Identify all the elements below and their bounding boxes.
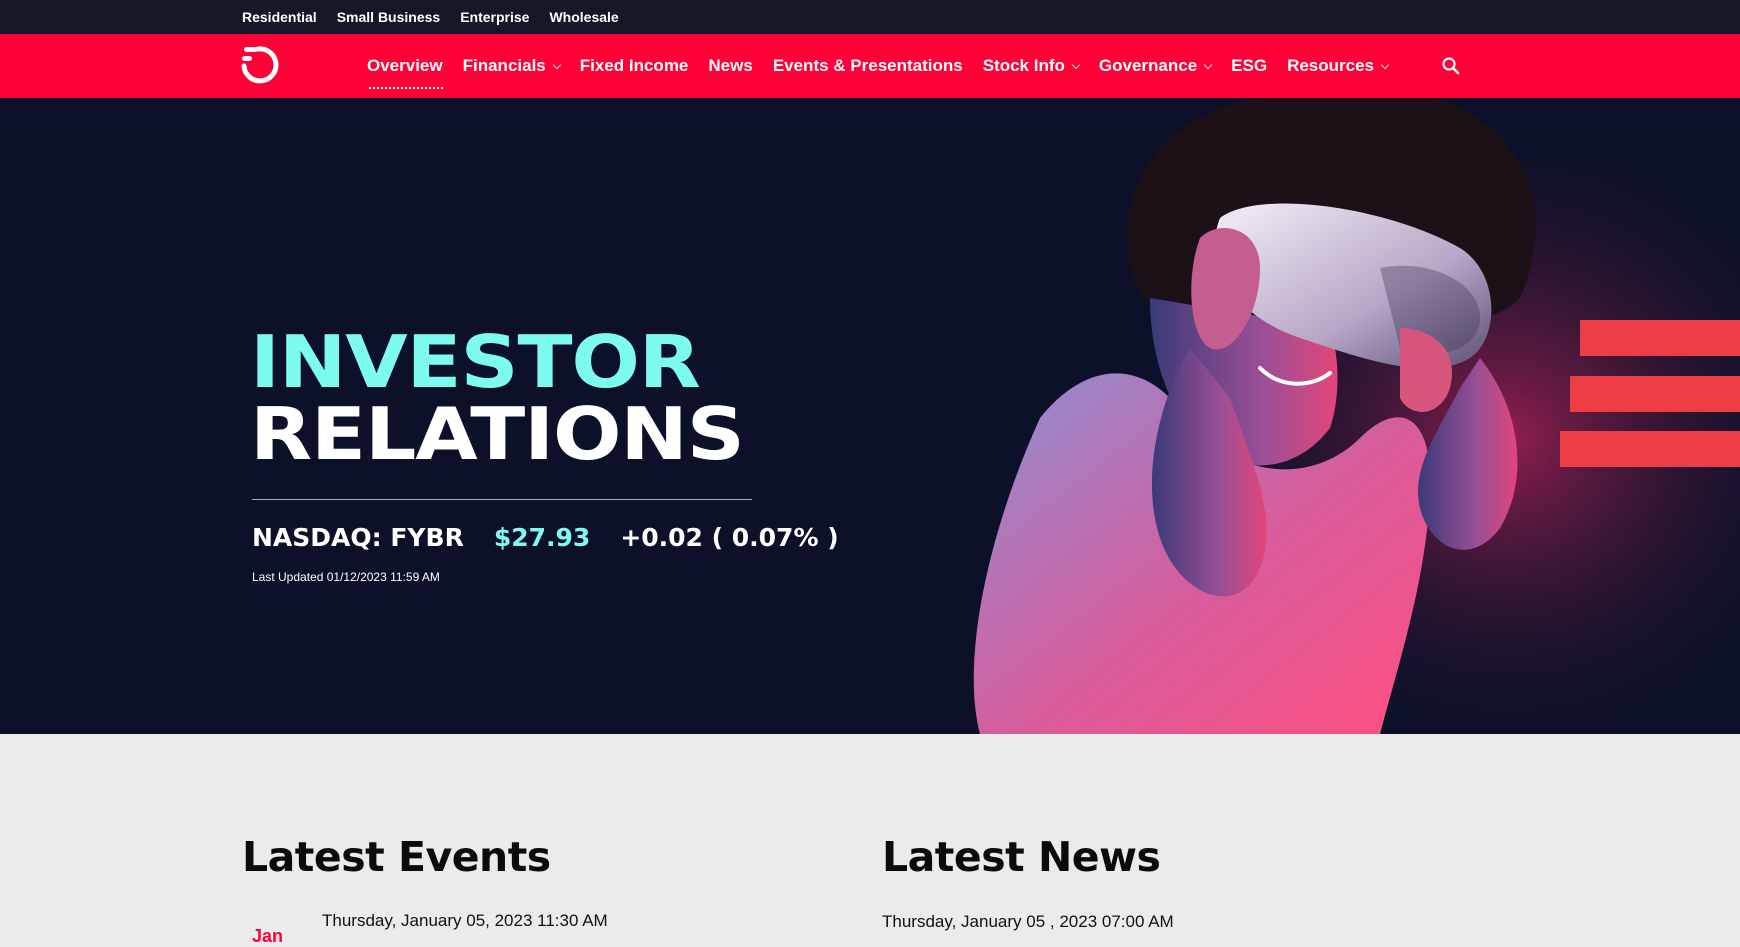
news-datetime: Thursday, January 05 , 2023 07:00 AM — [882, 912, 1174, 931]
nav-item-fixed-income[interactable]: Fixed Income — [580, 56, 689, 76]
segment-link-wholesale[interactable]: Wholesale — [549, 9, 618, 25]
stock-quote: NASDAQ: FYBR $27.93 +0.02 ( 0.07% ) — [252, 523, 839, 552]
nav-item-label: Fixed Income — [579, 56, 689, 75]
segment-links: Residential Small Business Enterprise Wh… — [242, 0, 619, 34]
nav-items: Overview Financials Fixed Income News Ev… — [367, 34, 1408, 98]
nav-item-label: Resources — [1287, 56, 1374, 75]
nav-item-label: Financials — [462, 56, 546, 75]
nav-item-esg[interactable]: ESG — [1231, 56, 1267, 76]
event-month: Jan — [252, 926, 284, 946]
chevron-down-icon — [1380, 60, 1390, 69]
latest-news-heading: Latest News — [882, 833, 1161, 881]
hero-title-line1: INVESTOR — [250, 320, 701, 404]
segment-link-small-business[interactable]: Small Business — [337, 9, 441, 25]
nav-item-label: Governance — [1098, 56, 1198, 75]
stock-ticker: NASDAQ: FYBR — [252, 523, 464, 552]
hero-banner: INVESTOR RELATIONS NASDAQ: FYBR $27.93 +… — [0, 98, 1740, 734]
stock-last-updated: Last Updated 01/12/2023 11:59 AM — [252, 570, 440, 584]
stock-change: +0.02 ( 0.07% ) — [620, 523, 839, 552]
frontier-logo-icon[interactable] — [240, 44, 280, 86]
nav-item-label: Overview — [367, 56, 443, 75]
hero-title: INVESTOR RELATIONS — [250, 326, 745, 470]
event-datetime: Thursday, January 05, 2023 11:30 AM — [322, 911, 608, 930]
nav-item-label: ESG — [1231, 56, 1268, 75]
hero-vr-headset-image — [960, 98, 1740, 734]
hero-divider — [252, 499, 752, 500]
search-icon[interactable] — [1440, 55, 1462, 77]
segment-link-residential[interactable]: Residential — [242, 9, 317, 25]
nav-item-financials[interactable]: Financials — [462, 56, 561, 76]
utility-bar: Residential Small Business Enterprise Wh… — [0, 0, 1740, 34]
nav-item-resources[interactable]: Resources — [1287, 56, 1390, 76]
nav-item-label: Events & Presentations — [772, 56, 963, 75]
chevron-down-icon — [552, 60, 561, 69]
main-nav: Overview Financials Fixed Income News Ev… — [0, 34, 1740, 98]
chevron-down-icon — [1071, 60, 1081, 69]
hero-title-line2: RELATIONS — [250, 392, 745, 476]
latest-events-heading: Latest Events — [242, 833, 551, 881]
nav-item-overview[interactable]: Overview — [367, 56, 443, 89]
nav-item-label: Stock Info — [982, 56, 1065, 75]
nav-item-label: News — [708, 56, 753, 75]
chevron-down-icon — [1203, 60, 1213, 69]
segment-link-enterprise[interactable]: Enterprise — [460, 9, 529, 25]
nav-item-news[interactable]: News — [708, 56, 752, 76]
stock-price: $27.93 — [493, 523, 591, 552]
nav-item-events-presentations[interactable]: Events & Presentations — [773, 56, 963, 76]
nav-item-stock-info[interactable]: Stock Info — [982, 56, 1081, 76]
nav-item-governance[interactable]: Governance — [1098, 56, 1213, 76]
